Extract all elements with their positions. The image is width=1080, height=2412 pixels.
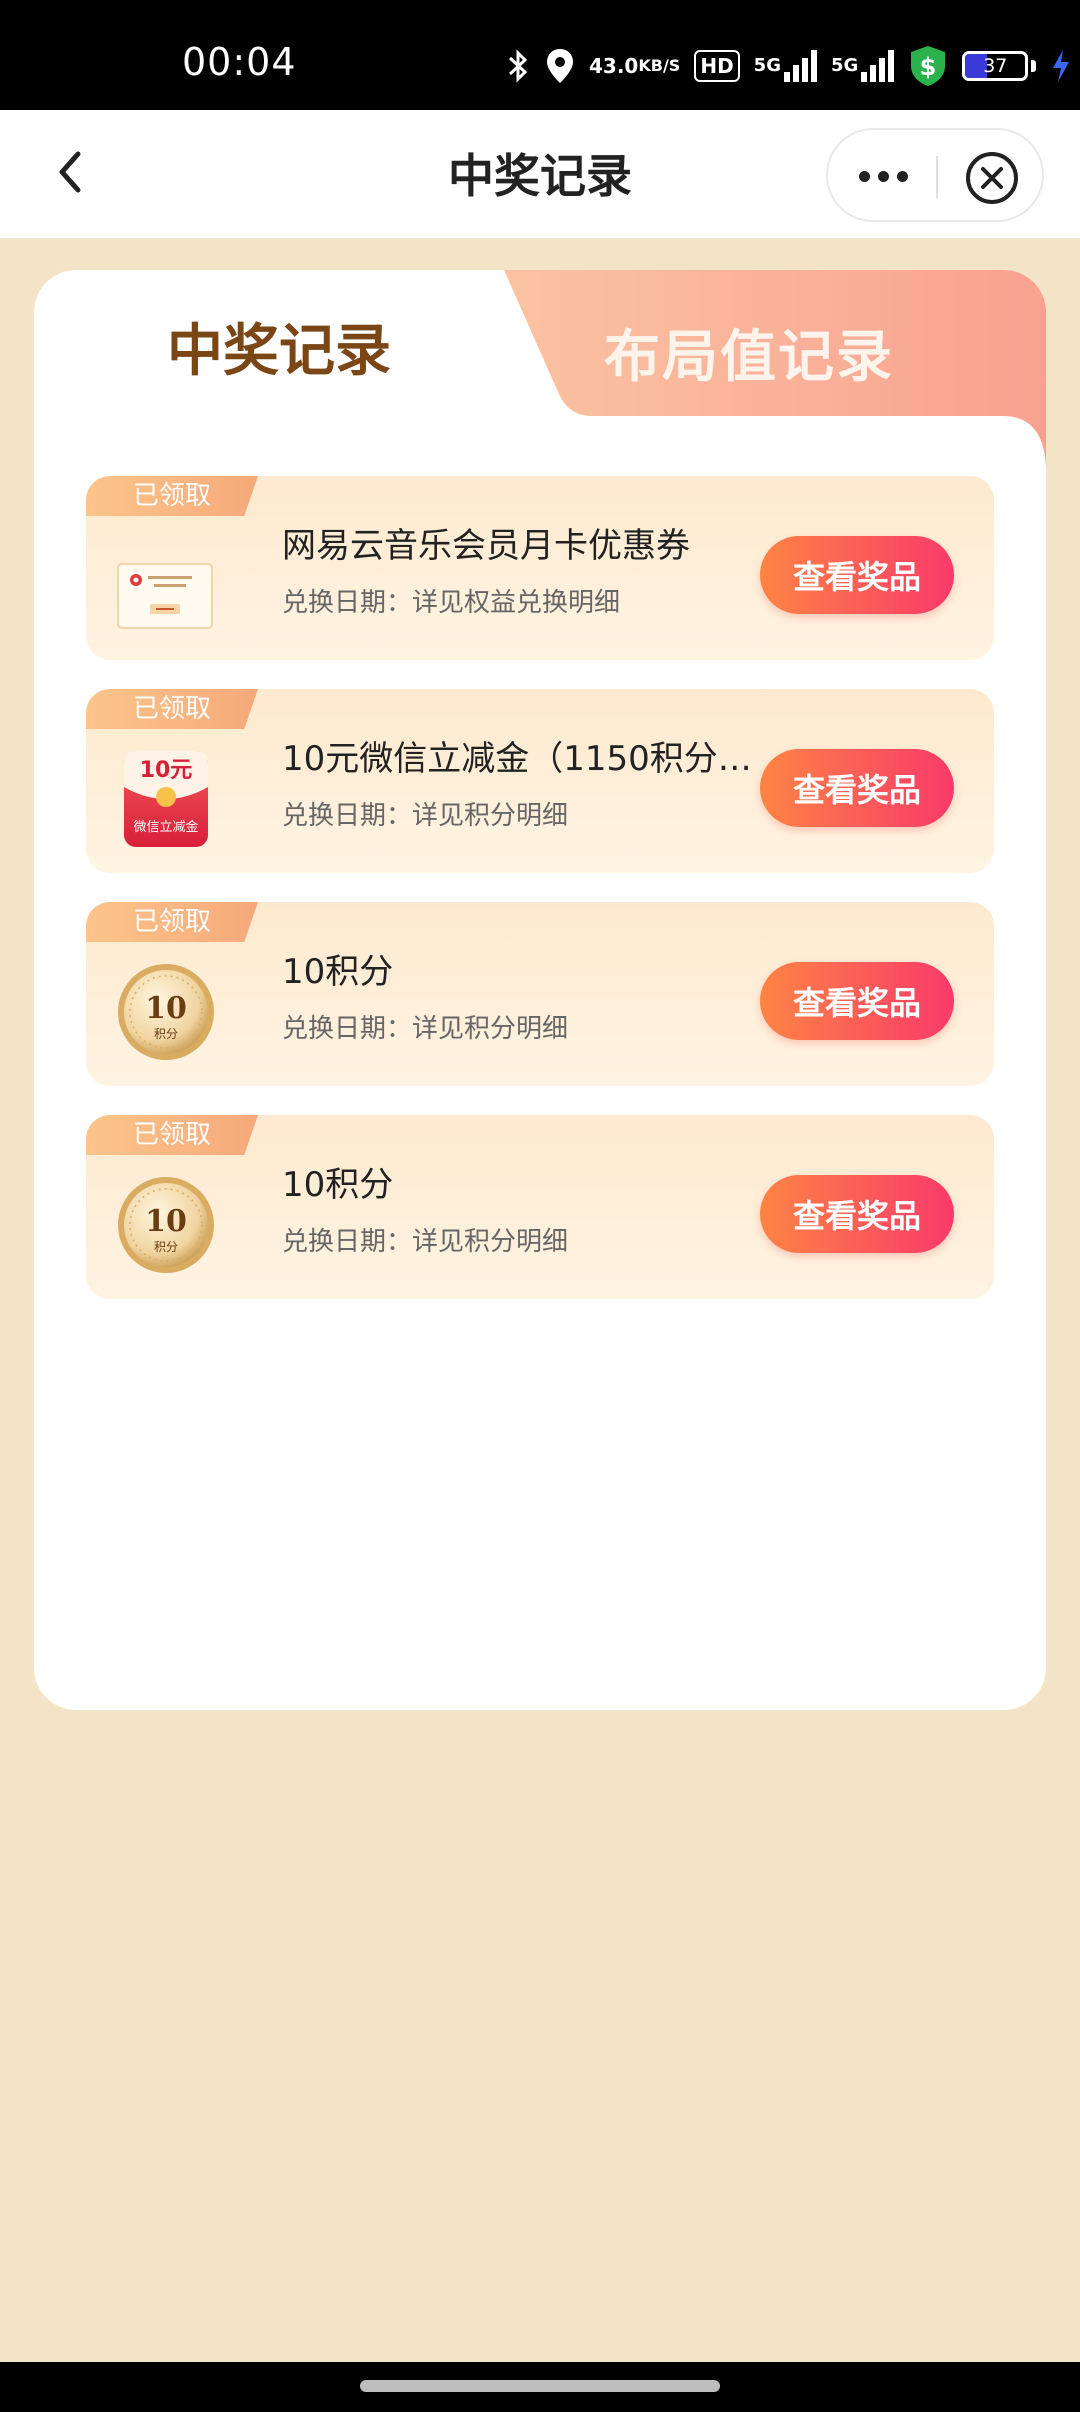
list-item: 已领取 网易云音乐会员月卡优惠券 兑换日期：详见权益兑换明细 查看奖品 xyxy=(86,476,994,660)
battery-icon: 37 xyxy=(962,51,1029,81)
item-title: 10元微信立减金（1150积分兑换） xyxy=(282,739,752,779)
tab-value-records[interactable]: 布局值记录 xyxy=(504,270,1046,470)
item-date: 兑换日期：详见积分明细 xyxy=(282,801,569,831)
mini-program-capsule xyxy=(826,128,1044,222)
signal-1-icon: 5G xyxy=(754,50,817,82)
close-circle-icon xyxy=(966,152,1018,204)
svg-text:10: 10 xyxy=(145,991,187,1026)
list-item: 已领取 10元 微信立减金 10元微信立减金（1150积分兑换 xyxy=(86,689,994,873)
item-title: 10积分 xyxy=(282,952,394,992)
svg-text:10元: 10元 xyxy=(140,758,193,783)
capsule-divider xyxy=(936,156,938,198)
red-envelope-icon: 10元 微信立减金 xyxy=(116,747,216,851)
item-date: 兑换日期：详见积分明细 xyxy=(282,1014,569,1044)
item-date: 兑换日期：详见权益兑换明细 xyxy=(282,588,621,618)
status-badge: 已领取 xyxy=(86,902,258,942)
location-icon xyxy=(545,47,575,85)
charging-icon xyxy=(1050,48,1072,84)
records-card: 中奖记录 布局值记录 已领取 网易云音乐会员月卡优惠券 兑换日期：详见权益兑换明… xyxy=(34,270,1046,1710)
svg-text:$: $ xyxy=(920,53,937,81)
tab-value-records-label: 布局值记录 xyxy=(604,325,894,390)
home-indicator[interactable] xyxy=(360,2380,720,2392)
list-item: 已领取 10 积分 10积分 兑换日期：详见积分明细 查看奖品 xyxy=(86,902,994,1086)
points-coin-icon: 10 积分 xyxy=(116,960,216,1064)
tab-prize-records[interactable]: 中奖记录 xyxy=(34,270,524,422)
view-prize-button[interactable]: 查看奖品 xyxy=(760,1175,954,1253)
points-coin-icon: 10 积分 xyxy=(116,1173,216,1277)
bluetooth-icon xyxy=(505,48,531,84)
item-date: 兑换日期：详见积分明细 xyxy=(282,1227,569,1257)
status-badge: 已领取 xyxy=(86,689,258,729)
svg-text:积分: 积分 xyxy=(154,1027,178,1041)
network-speed: 43.0 KB/S xyxy=(589,54,681,78)
more-dots-icon xyxy=(858,170,870,182)
more-button[interactable] xyxy=(848,148,918,204)
status-badge: 已领取 xyxy=(86,476,258,516)
close-button[interactable] xyxy=(964,150,1020,206)
status-badge: 已领取 xyxy=(86,1115,258,1155)
list-item: 已领取 10 积分 10积分 兑换日期：详见积分明细 查看奖品 xyxy=(86,1115,994,1299)
view-prize-button[interactable]: 查看奖品 xyxy=(760,962,954,1040)
hd-voice-icon: HD xyxy=(694,50,740,82)
security-shield-icon: $ xyxy=(908,44,948,88)
signal-2-icon: 5G xyxy=(831,50,895,82)
svg-text:微信立减金: 微信立减金 xyxy=(133,819,198,835)
view-prize-button[interactable]: 查看奖品 xyxy=(760,749,954,827)
status-icons: 43.0 KB/S HD 5G 5G $ 37 xyxy=(505,40,1072,92)
battery-tip xyxy=(1031,60,1037,72)
item-title: 网易云音乐会员月卡优惠券 xyxy=(282,526,690,566)
coupon-card-icon xyxy=(116,534,216,638)
svg-text:10: 10 xyxy=(145,1204,187,1239)
status-time: 00:04 xyxy=(182,40,297,84)
svg-text:积分: 积分 xyxy=(154,1240,178,1254)
records-list: 已领取 网易云音乐会员月卡优惠券 兑换日期：详见权益兑换明细 查看奖品 已领取 xyxy=(86,476,994,1328)
navigation-bar: 中奖记录 xyxy=(0,110,1080,238)
status-bar: 00:04 43.0 KB/S HD 5G 5G $ 37 xyxy=(0,0,1080,110)
item-title: 10积分 xyxy=(282,1165,394,1205)
view-prize-button[interactable]: 查看奖品 xyxy=(760,536,954,614)
